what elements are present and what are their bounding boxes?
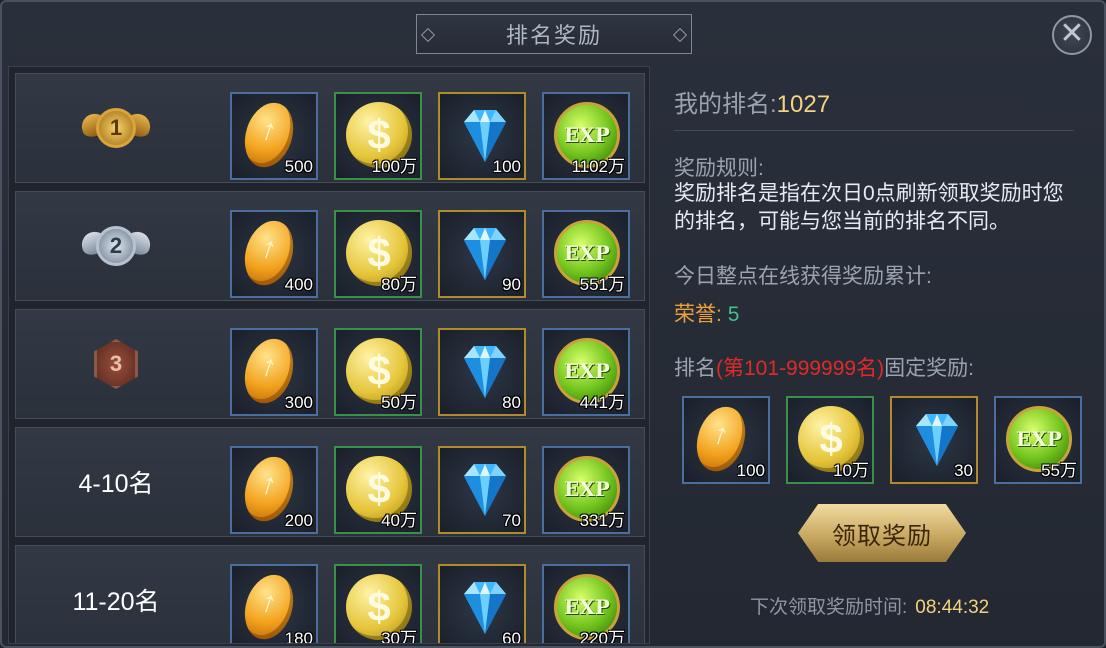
reward-row: 11-20名 180 $30万 60 EXP220万: [15, 545, 645, 644]
my-rank: 我的排名:1027: [674, 84, 830, 119]
reward-quantity: 80万: [381, 275, 417, 294]
next-claim-time: 下次领取奖励时间: 08:44:32: [750, 592, 989, 619]
close-button[interactable]: ✕: [1052, 15, 1092, 55]
reward-item[interactable]: $40万: [334, 446, 422, 534]
reward-quantity: 200: [284, 511, 313, 530]
reward-quantity: 551万: [579, 275, 625, 294]
reward-quantity: 70: [502, 511, 521, 530]
reward-quantity: 500: [284, 157, 313, 176]
fixed-reward-title: 排名(第101-999999名)固定奖励:: [674, 352, 974, 382]
reward-item[interactable]: EXP 331万: [542, 446, 630, 534]
reward-item[interactable]: 500: [230, 92, 318, 180]
rank-silver-medal-icon: 2: [77, 216, 155, 276]
my-rank-value: 1027: [776, 91, 831, 118]
next-claim-label: 下次领取奖励时间:: [750, 597, 908, 618]
medal-number: 1: [96, 108, 136, 148]
reward-row: 3 300 $50万 80 EXP441万: [15, 309, 645, 419]
reward-items: 400 $80万 90 EXP551万: [230, 210, 630, 298]
claim-reward-button[interactable]: 领取奖励: [798, 504, 966, 562]
reward-item[interactable]: EXP 551万: [542, 210, 630, 298]
reward-quantity: 30万: [381, 629, 417, 644]
next-claim-value: 08:44:32: [915, 597, 990, 618]
reward-quantity: 90: [502, 275, 521, 294]
rank-cell: 11-20名: [16, 546, 216, 643]
medal-number: 2: [96, 226, 136, 266]
reward-item[interactable]: 100: [682, 396, 770, 484]
reward-items: 200 $40万 70 EXP331万: [230, 446, 630, 534]
reward-item[interactable]: EXP 441万: [542, 328, 630, 416]
rank-bronze-medal-icon: 3: [81, 334, 151, 394]
honor-label: 荣誉:: [674, 303, 722, 326]
reward-item[interactable]: EXP 220万: [542, 564, 630, 644]
reward-item[interactable]: $100万: [334, 92, 422, 180]
reward-quantity: 100: [492, 157, 521, 176]
panel-title: 排名奖励: [416, 14, 692, 54]
divider: [674, 130, 1074, 131]
reward-row: 2 400 $80万 90 EXP551万: [15, 191, 645, 301]
reward-items: 500 $100万 100 EXP1102万: [230, 92, 630, 180]
reward-item[interactable]: 60: [438, 564, 526, 644]
reward-item[interactable]: EXP 55万: [994, 396, 1082, 484]
hourly-reward-title: 今日整点在线获得奖励累计:: [674, 265, 932, 288]
reward-quantity: 50万: [381, 393, 417, 412]
reward-item[interactable]: 30: [890, 396, 978, 484]
reward-quantity: 55万: [1041, 461, 1077, 480]
medal-number: 3: [94, 339, 138, 389]
reward-item[interactable]: EXP 1102万: [542, 92, 630, 180]
reward-quantity: 180: [284, 629, 313, 644]
reward-item[interactable]: 90: [438, 210, 526, 298]
reward-item[interactable]: $10万: [786, 396, 874, 484]
reward-list[interactable]: 1 500 $100万 100 EXP1102万 2 400 $80万 90 EXP551万 3 30…: [8, 66, 650, 644]
info-pane: 我的排名:1027 奖励规则: 奖励排名是指在次日0点刷新领取奖励时您的排名，可…: [652, 66, 1102, 644]
reward-quantity: 220万: [579, 629, 625, 644]
fixed-suffix: 固定奖励:: [884, 357, 974, 380]
reward-quantity: 300: [284, 393, 313, 412]
reward-item[interactable]: $50万: [334, 328, 422, 416]
rank-gold-medal-icon: 1: [77, 98, 155, 158]
reward-row: 4-10名 200 $40万 70 EXP331万: [15, 427, 645, 537]
reward-quantity: 100万: [371, 157, 417, 176]
reward-item[interactable]: 400: [230, 210, 318, 298]
reward-item[interactable]: $80万: [334, 210, 422, 298]
reward-quantity: 1102万: [571, 157, 625, 176]
rank-cell: 1: [16, 74, 216, 182]
reward-items: 180 $30万 60 EXP220万: [230, 564, 630, 644]
ranking-reward-panel: 排名奖励 ✕ 1 500 $100万 100 EXP1102万 2 400 $80万 90 EXP…: [0, 0, 1106, 648]
rank-cell: 4-10名: [16, 428, 216, 536]
reward-item[interactable]: 80: [438, 328, 526, 416]
honor-total: 荣誉: 5: [674, 298, 739, 328]
rules-title: 奖励规则:: [674, 157, 764, 180]
rank-range-label: 11-20名: [72, 588, 160, 616]
reward-item[interactable]: 100: [438, 92, 526, 180]
reward-quantity: 30: [954, 461, 973, 480]
reward-item[interactable]: 70: [438, 446, 526, 534]
reward-quantity: 400: [284, 275, 313, 294]
reward-quantity: 10万: [833, 461, 869, 480]
reward-quantity: 100: [736, 461, 765, 480]
reward-item[interactable]: 180: [230, 564, 318, 644]
rules-text: 奖励排名是指在次日0点刷新领取奖励时您的排名，可能与您当前的排名不同。: [674, 182, 1064, 233]
my-rank-label: 我的排名:: [674, 91, 777, 118]
reward-item[interactable]: 200: [230, 446, 318, 534]
honor-value: 5: [727, 303, 740, 326]
reward-row: 1 500 $100万 100 EXP1102万: [15, 73, 645, 183]
reward-quantity: 331万: [579, 511, 625, 530]
fixed-range: (第101-999999名): [716, 357, 885, 380]
reward-quantity: 60: [502, 629, 521, 644]
reward-quantity: 40万: [381, 511, 417, 530]
reward-quantity: 441万: [579, 393, 625, 412]
rank-cell: 2: [16, 192, 216, 300]
fixed-prefix: 排名: [674, 357, 716, 380]
fixed-reward-items: 100 $10万 30 EXP55万: [682, 396, 1082, 484]
rank-range-label: 4-10名: [78, 470, 154, 498]
reward-item[interactable]: 300: [230, 328, 318, 416]
rank-cell: 3: [16, 310, 216, 418]
reward-item[interactable]: $30万: [334, 564, 422, 644]
reward-quantity: 80: [502, 393, 521, 412]
reward-items: 300 $50万 80 EXP441万: [230, 328, 630, 416]
